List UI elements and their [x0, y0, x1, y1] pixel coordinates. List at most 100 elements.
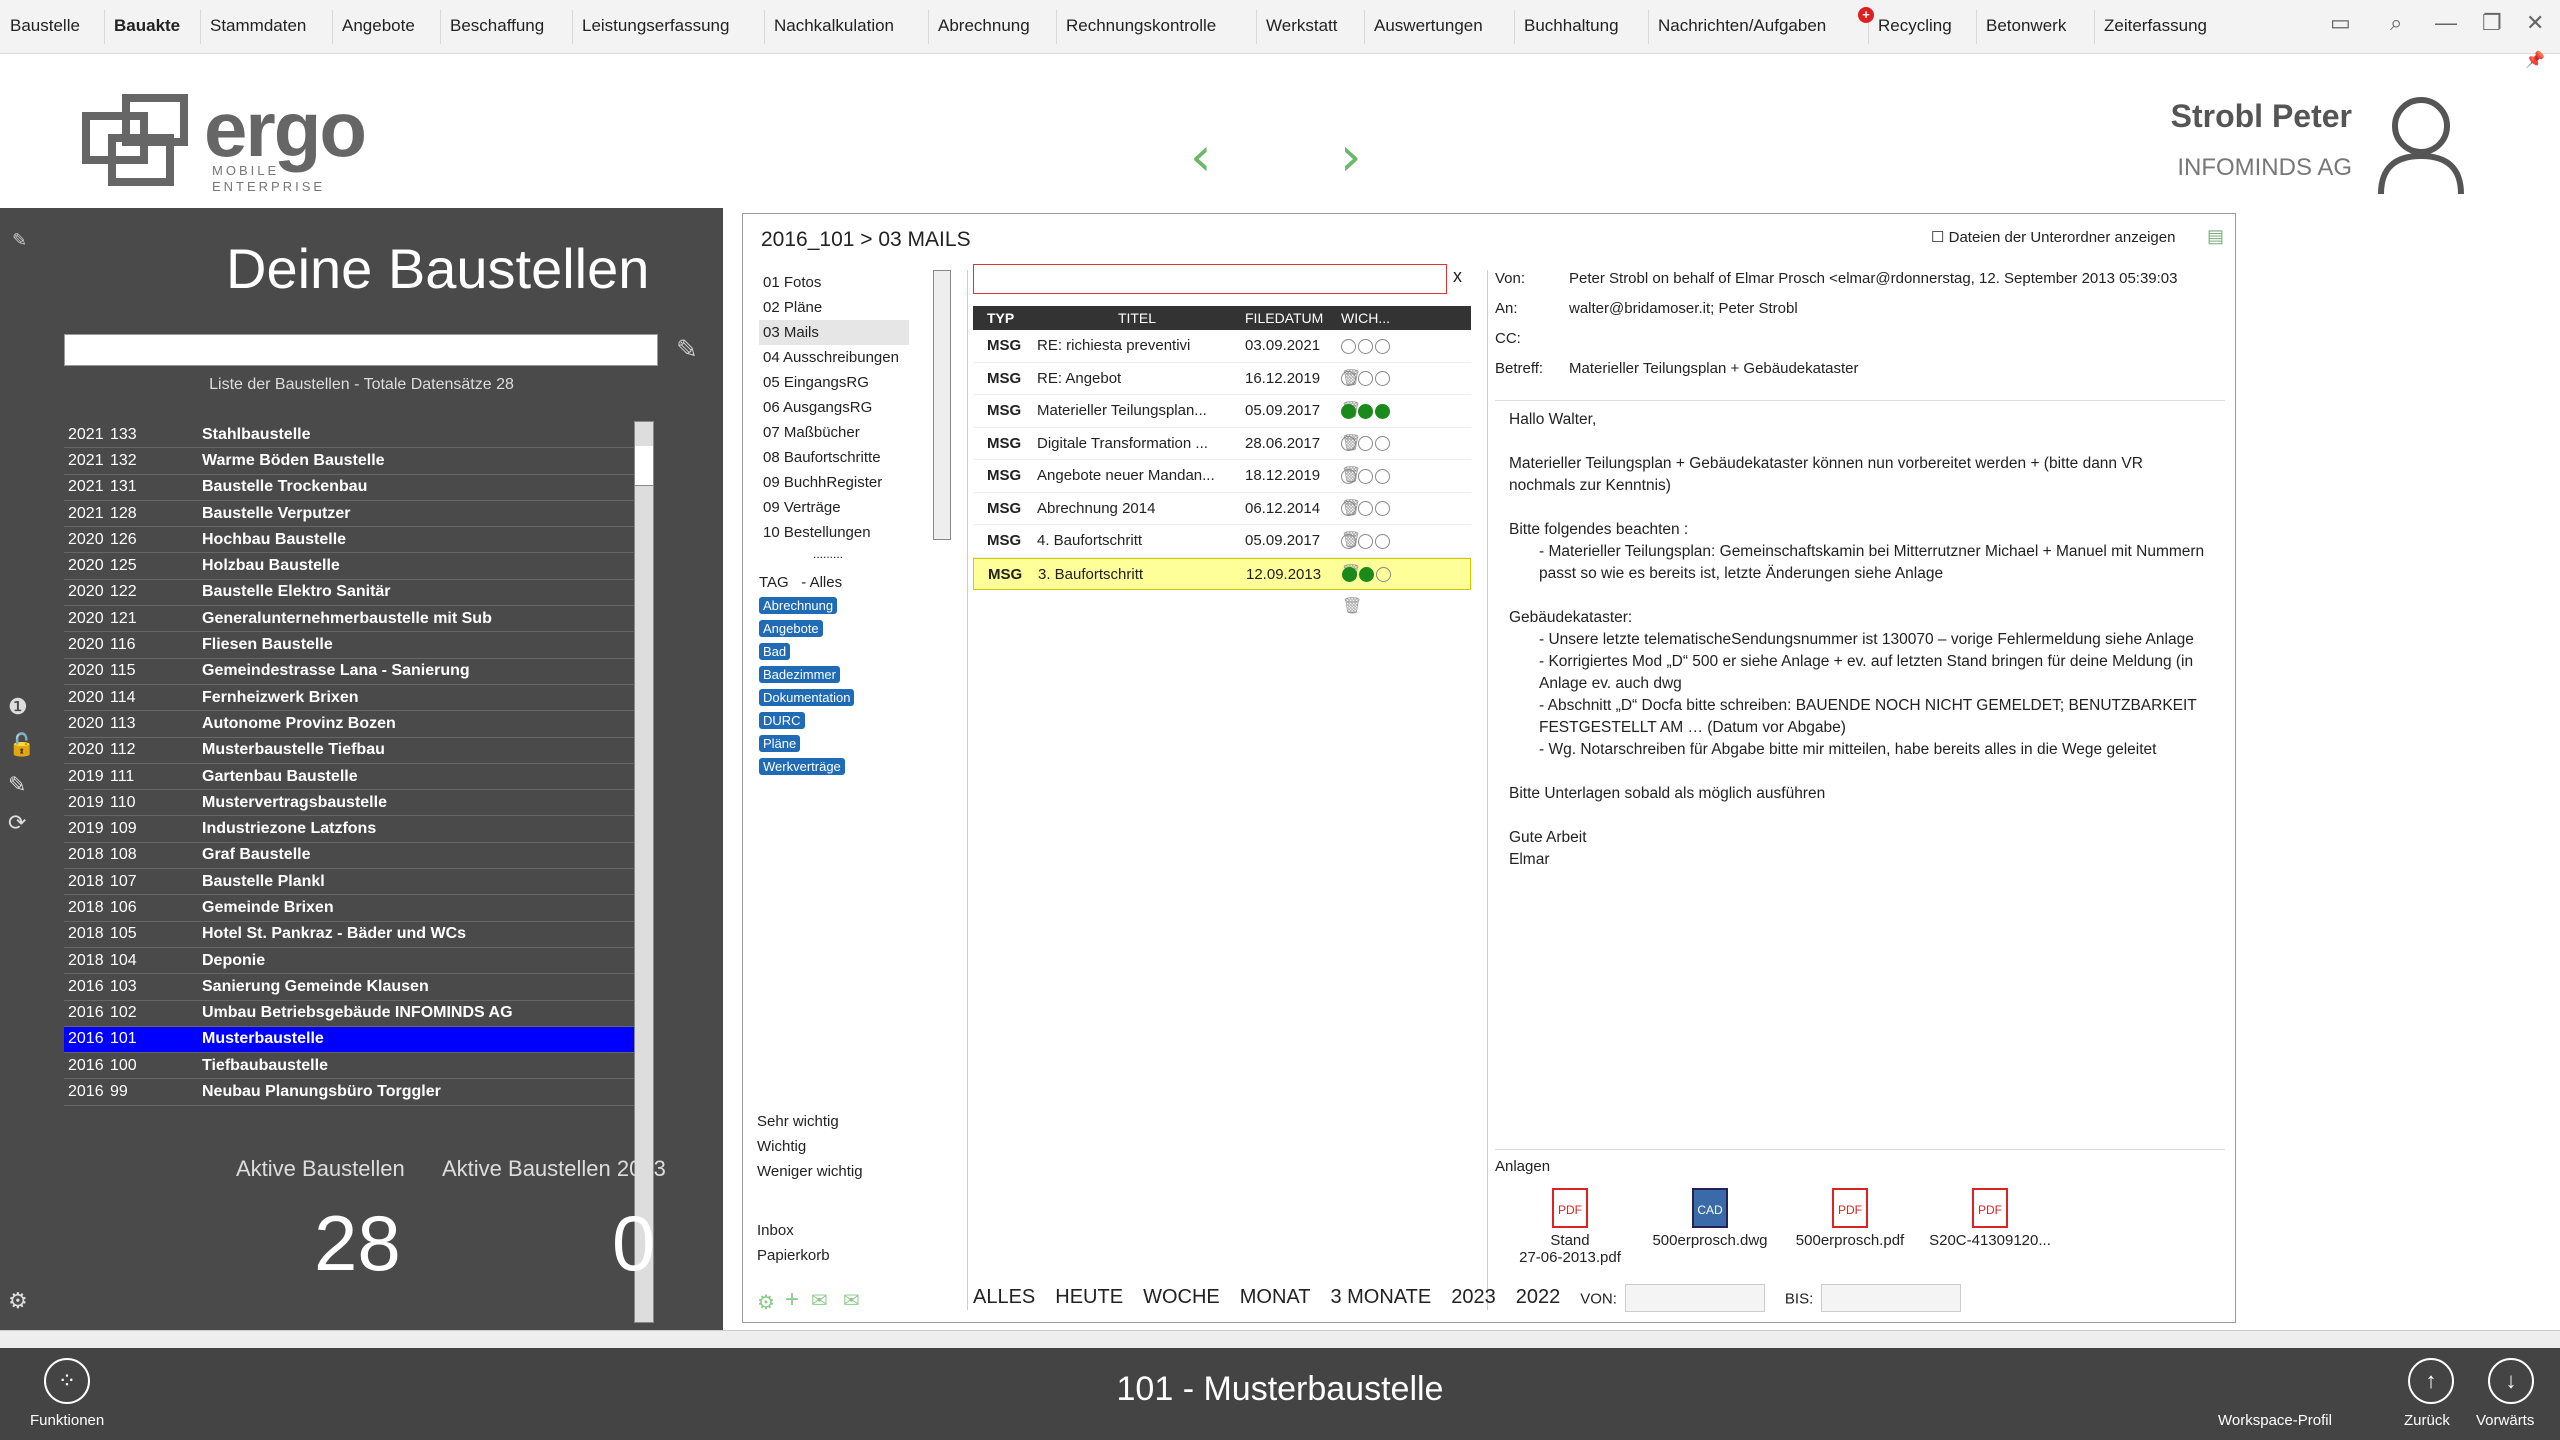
folder-item[interactable]: 07 Maßbücher — [759, 420, 909, 445]
menu-item-bauakte[interactable]: Bauakte — [114, 16, 180, 36]
priority-dot[interactable] — [1375, 371, 1390, 387]
mail-row[interactable]: MSG Abrechnung 2014 06.12.2014 🗑 — [973, 493, 1471, 549]
priority-dot[interactable] — [1358, 338, 1373, 354]
mail-row[interactable]: MSG RE: Angebot 16.12.2019 🗑 — [973, 363, 1471, 419]
folder-item[interactable]: 10 Bestellungen — [759, 520, 909, 545]
baustelle-row[interactable]: 2016 103 Sanierung Gemeinde Klausen — [64, 974, 634, 1001]
pencil-icon[interactable]: ✎ — [8, 772, 26, 798]
mail-priority[interactable]: 🗑 — [1335, 395, 1411, 452]
priority-dot[interactable] — [1341, 338, 1356, 354]
add-icon[interactable]: + — [785, 1286, 799, 1314]
baustelle-row[interactable]: 2020 114 Fernheizwerk Brixen — [64, 685, 634, 712]
refresh-icon[interactable]: ⟳ — [8, 810, 26, 836]
back-button[interactable]: ↑ — [2408, 1358, 2454, 1404]
horizontal-scrollbar[interactable] — [0, 1330, 2560, 1348]
priority-dot[interactable] — [1358, 533, 1373, 549]
baustelle-row[interactable]: 2020 125 Holzbau Baustelle — [64, 553, 634, 580]
baustelle-row[interactable]: 2018 108 Graf Baustelle — [64, 843, 634, 870]
folder-item[interactable]: 03 Mails — [759, 320, 909, 345]
priority-dot[interactable] — [1341, 533, 1356, 549]
attachment-item[interactable]: PDF 500erprosch.pdf — [1775, 1188, 1925, 1249]
mail-search-input[interactable] — [973, 264, 1447, 294]
menu-item-betonwerk[interactable]: Betonwerk — [1986, 16, 2066, 36]
priority-dot[interactable] — [1376, 567, 1391, 583]
baustelle-row[interactable]: 2020 112 Musterbaustelle Tiefbau — [64, 738, 634, 764]
baustelle-row[interactable]: 2019 110 Mustervertragsbaustelle — [64, 790, 634, 817]
tag-chip[interactable]: Bad — [759, 643, 791, 660]
mail-icon[interactable]: ✉ — [811, 1288, 828, 1313]
list-scrollbar[interactable] — [634, 421, 654, 1323]
user-avatar-icon[interactable] — [2375, 94, 2467, 194]
baustelle-row[interactable]: 2016 100 Tiefbaubaustelle — [64, 1053, 634, 1080]
mail-row[interactable]: MSG 3. Baufortschritt 12.09.2013 🗑 — [973, 557, 1471, 615]
baustelle-row[interactable]: 2018 105 Hotel St. Pankraz - Bäder und WCs — [64, 922, 634, 948]
menu-item-baustelle[interactable]: Baustelle — [10, 16, 80, 36]
mail-send-icon[interactable]: ✉ — [843, 1288, 860, 1313]
baustelle-row[interactable]: 2018 104 Deponie — [64, 948, 634, 975]
col-titel[interactable]: TITEL — [1037, 306, 1237, 330]
search-icon[interactable]: ⌕ — [2390, 10, 2402, 36]
baustelle-row[interactable]: 2016 99 Neubau Planungsbüro Torggler — [64, 1079, 634, 1106]
priority-dot[interactable] — [1342, 567, 1357, 583]
nav-forward-icon[interactable]: › — [1340, 125, 1362, 188]
mail-priority[interactable]: 🗑 — [1335, 330, 1411, 387]
menu-item-nachrichtenaufgaben[interactable]: Nachrichten/Aufgaben — [1658, 16, 1826, 36]
folder-item[interactable]: 08 Baufortschritte — [759, 445, 909, 470]
menu-item-leistungserfassung[interactable]: Leistungserfassung — [582, 16, 729, 36]
filter-2022[interactable]: 2022 — [1516, 1286, 1561, 1308]
mail-row[interactable]: MSG RE: richiesta preventivi 03.09.2021 🗑 — [973, 330, 1471, 387]
folder-item[interactable]: 02 Pläne — [759, 295, 909, 320]
forward-button[interactable]: ↓ — [2488, 1358, 2534, 1404]
tag-chip[interactable]: Badezimmer — [759, 666, 840, 683]
info-icon[interactable]: ❶ — [8, 694, 28, 720]
tag-chip[interactable]: Werkverträge — [759, 758, 845, 775]
menu-item-rechnungskontrolle[interactable]: Rechnungskontrolle — [1066, 16, 1216, 36]
menu-item-werkstatt[interactable]: Werkstatt — [1266, 16, 1337, 36]
filter-monat[interactable]: MONAT — [1240, 1286, 1311, 1308]
priority-dot[interactable] — [1341, 436, 1356, 452]
subfolder-checkbox[interactable]: ☐ Dateien der Unterordner anzeigen — [1931, 228, 2175, 246]
priority-dot[interactable] — [1359, 567, 1374, 583]
priority-dot[interactable] — [1358, 371, 1373, 387]
tag-chip[interactable]: Dokumentation — [759, 689, 855, 706]
mail-priority[interactable]: 🗑 — [1336, 559, 1412, 615]
baustelle-row[interactable]: 2020 121 Generalunternehmerbaustelle mit S… — [64, 606, 634, 633]
filter-2023[interactable]: 2023 — [1451, 1286, 1496, 1308]
monitor-icon[interactable]: ▭ — [2330, 10, 2351, 36]
mail-row[interactable]: MSG 4. Baufortschritt 05.09.2017 🗑 — [973, 525, 1471, 582]
scrollbar-thumb[interactable] — [635, 446, 653, 486]
attachment-item[interactable]: PDF Stand 27-06-2013.pdf — [1495, 1188, 1645, 1266]
priority-dot[interactable] — [1341, 468, 1356, 484]
settings-icon[interactable]: ⚙ — [8, 1288, 28, 1314]
tag-chip[interactable]: Abrechnung — [759, 597, 838, 614]
pin-icon[interactable]: 📌 — [2525, 50, 2545, 70]
clear-search-button[interactable]: x — [1453, 266, 1462, 287]
nav-back-icon[interactable]: ‹ — [1190, 125, 1212, 188]
filter-3monate[interactable]: 3 MONATE — [1330, 1286, 1431, 1308]
filter-alles[interactable]: ALLES — [973, 1286, 1035, 1308]
priority-item[interactable]: Sehr wichtig — [757, 1109, 863, 1134]
mail-priority[interactable]: 🗑 — [1335, 428, 1411, 484]
minimize-icon[interactable]: — — [2435, 10, 2457, 36]
mail-priority[interactable]: 🗑 — [1335, 493, 1411, 549]
priority-dot[interactable] — [1375, 403, 1390, 419]
menu-item-stammdaten[interactable]: Stammdaten — [210, 16, 306, 36]
trash-icon[interactable]: 🗑 — [1342, 598, 1362, 615]
folder-scrollbar[interactable] — [933, 270, 951, 540]
tag-chip[interactable]: Pläne — [759, 735, 801, 752]
col-typ[interactable]: TYP — [973, 306, 1037, 330]
folder-item[interactable]: 04 Ausschreibungen — [759, 345, 909, 370]
baustelle-row[interactable]: 2020 113 Autonome Provinz Bozen — [64, 711, 634, 738]
priority-dot[interactable] — [1375, 501, 1390, 517]
attachment-item[interactable]: PDF S20C-41309120... — [1915, 1188, 2065, 1249]
folder-item[interactable]: 09 Verträge — [759, 495, 909, 520]
baustelle-row[interactable]: 2020 126 Hochbau Baustelle — [64, 527, 634, 554]
settings-icon[interactable]: ⚙ — [757, 1290, 775, 1315]
priority-dot[interactable] — [1341, 371, 1356, 387]
priority-dot[interactable] — [1375, 338, 1390, 354]
tag-chip[interactable]: Angebote — [759, 620, 823, 637]
attachment-item[interactable]: CAD 500erprosch.dwg — [1635, 1188, 1785, 1249]
menu-item-auswertungen[interactable]: Auswertungen — [1374, 16, 1483, 36]
priority-dot[interactable] — [1358, 501, 1373, 517]
baustelle-row[interactable]: 2016 101 Musterbaustelle — [64, 1026, 634, 1054]
